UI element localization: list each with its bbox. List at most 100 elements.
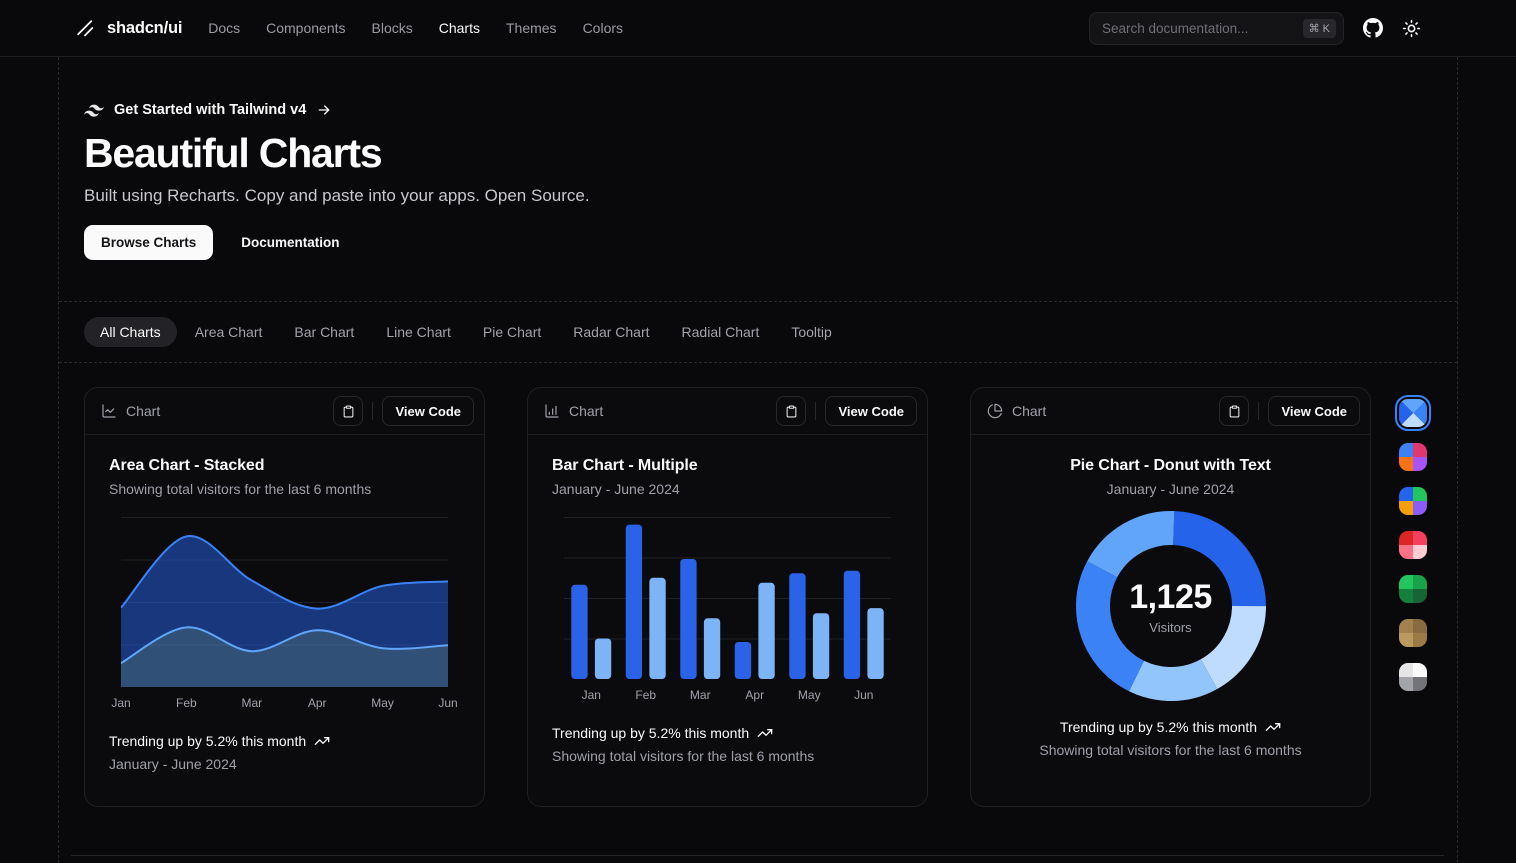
chart-card-subtitle: January - June 2024 — [552, 481, 903, 497]
tab-all-charts[interactable]: All Charts — [84, 317, 177, 347]
top-navbar: shadcn/ui Docs Components Blocks Charts Them… — [0, 0, 1516, 57]
nav-link-blocks[interactable]: Blocks — [372, 20, 413, 36]
search-kbd-shortcut: ⌘ K — [1303, 19, 1336, 38]
trending-up-icon — [1265, 719, 1281, 735]
x-tick-label: Jan — [582, 688, 601, 702]
nav-link-docs[interactable]: Docs — [208, 20, 240, 36]
card-toolbar: Chart View Code — [528, 388, 927, 435]
pie-chart-icon — [987, 403, 1003, 419]
tailwind-announcement-link[interactable]: Get Started with Tailwind v4 — [84, 102, 1432, 118]
search-placeholder: Search documentation... — [1102, 21, 1248, 36]
next-section-divider — [71, 855, 1444, 856]
hero-actions: Browse Charts Documentation — [84, 225, 1432, 260]
toolbar-divider — [372, 402, 373, 420]
card-area-chart-stacked: Chart View Code Area Chart - Stacked Sho… — [84, 387, 485, 807]
tab-pie-chart[interactable]: Pie Chart — [469, 317, 555, 347]
card-pie-chart-donut: Chart View Code Pie Chart - Donut with T… — [970, 387, 1371, 807]
x-tick-label: Mar — [690, 688, 711, 702]
tailwind-icon — [84, 104, 104, 117]
trend-text: Trending up by 5.2% this month — [109, 733, 306, 749]
view-code-button[interactable]: View Code — [1268, 396, 1360, 426]
page-container: Get Started with Tailwind v4 Beautiful C… — [58, 57, 1458, 863]
tab-area-chart[interactable]: Area Chart — [181, 317, 277, 347]
theme-swatch-gray[interactable] — [1399, 663, 1427, 691]
nav-link-components[interactable]: Components — [266, 20, 345, 36]
clipboard-icon — [1228, 405, 1241, 418]
brand-home-link[interactable]: shadcn/ui — [75, 18, 182, 39]
toolbar-controls: View Code — [1219, 396, 1360, 426]
charts-section: Chart View Code Area Chart - Stacked Sho… — [59, 363, 1457, 863]
x-tick-label: May — [371, 696, 394, 710]
card-footer: Trending up by 5.2% this month Showing t… — [552, 725, 903, 764]
theme-toggle-button[interactable] — [1402, 19, 1421, 38]
hero-section: Get Started with Tailwind v4 Beautiful C… — [59, 57, 1457, 302]
documentation-button[interactable]: Documentation — [227, 225, 353, 260]
x-tick-label: May — [798, 688, 821, 702]
x-tick-label: Jan — [111, 696, 130, 710]
chart-card-title: Pie Chart - Donut with Text — [995, 457, 1346, 475]
search-input[interactable]: Search documentation... ⌘ K — [1089, 12, 1344, 45]
x-tick-label: Mar — [241, 696, 262, 710]
theme-swatch-red[interactable] — [1399, 531, 1427, 559]
view-code-button[interactable]: View Code — [382, 396, 474, 426]
card-body: Pie Chart - Donut with Text January - Ju… — [971, 435, 1370, 806]
nav-link-charts[interactable]: Charts — [439, 20, 480, 36]
github-link[interactable] — [1363, 18, 1383, 38]
trending-up-icon — [314, 733, 330, 749]
arrow-right-icon — [316, 102, 332, 118]
trend-text: Trending up by 5.2% this month — [552, 725, 749, 741]
page-title: Beautiful Charts — [84, 130, 1432, 177]
toolbar-chart-label: Chart — [569, 403, 603, 419]
bar-chart-x-axis: JanFebMarAprMayJun — [564, 688, 891, 703]
donut-chart-plot: 1,125 Visitors — [1075, 510, 1267, 702]
brand-name: shadcn/ui — [107, 19, 182, 38]
copy-code-button[interactable] — [1219, 396, 1249, 426]
copy-code-button[interactable] — [776, 396, 806, 426]
tab-tooltip[interactable]: Tooltip — [777, 317, 845, 347]
chart-card-subtitle: January - June 2024 — [995, 481, 1346, 497]
theme-swatch-blue-green-amber-violet[interactable] — [1399, 487, 1427, 515]
card-body: Bar Chart - Multiple January - June 2024… — [528, 435, 927, 806]
donut-chart-svg — [1075, 510, 1267, 702]
sun-icon — [1402, 19, 1421, 38]
trending-up-icon — [757, 725, 773, 741]
theme-picker-rail — [1399, 387, 1427, 691]
toolbar-chart-label: Chart — [126, 403, 160, 419]
toolbar-divider — [815, 402, 816, 420]
theme-swatch-green[interactable] — [1399, 575, 1427, 603]
bar-chart-plot: JanFebMarAprMayJun — [564, 517, 891, 703]
theme-swatch-amber[interactable] — [1399, 619, 1427, 647]
area-chart-x-axis: JanFebMarAprMayJun — [121, 696, 448, 711]
toolbar-controls: View Code — [333, 396, 474, 426]
tab-line-chart[interactable]: Line Chart — [372, 317, 465, 347]
footer-secondary-text: Showing total visitors for the last 6 mo… — [995, 742, 1346, 758]
tab-radar-chart[interactable]: Radar Chart — [559, 317, 663, 347]
chart-card-title: Bar Chart - Multiple — [552, 457, 903, 475]
nav-link-themes[interactable]: Themes — [506, 20, 557, 36]
clipboard-icon — [342, 405, 355, 418]
page-subtitle: Built using Recharts. Copy and paste int… — [84, 186, 1432, 206]
toolbar-divider — [1258, 402, 1259, 420]
theme-swatch-blue-rose-orange-violet[interactable] — [1399, 443, 1427, 471]
tab-radial-chart[interactable]: Radial Chart — [668, 317, 774, 347]
toolbar-controls: View Code — [776, 396, 917, 426]
chart-card-title: Area Chart - Stacked — [109, 457, 460, 475]
tab-bar-chart[interactable]: Bar Chart — [280, 317, 368, 347]
bar-chart-icon — [544, 403, 560, 419]
copy-code-button[interactable] — [333, 396, 363, 426]
clipboard-icon — [785, 405, 798, 418]
area-chart-icon — [101, 403, 117, 419]
card-footer: Trending up by 5.2% this month Showing t… — [995, 719, 1346, 758]
nav-links: Docs Components Blocks Charts Themes Colors — [208, 20, 623, 36]
x-tick-label: Jun — [854, 688, 873, 702]
chart-filter-tabs: All ChartsArea ChartBar ChartLine ChartP… — [59, 302, 1457, 363]
theme-swatch-blue[interactable] — [1399, 399, 1427, 427]
footer-secondary-text: Showing total visitors for the last 6 mo… — [552, 748, 903, 764]
view-code-button[interactable]: View Code — [825, 396, 917, 426]
trend-text: Trending up by 5.2% this month — [1060, 719, 1257, 735]
browse-charts-button[interactable]: Browse Charts — [84, 225, 213, 260]
github-icon — [1363, 18, 1383, 38]
nav-link-colors[interactable]: Colors — [583, 20, 623, 36]
x-tick-label: Apr — [308, 696, 327, 710]
x-tick-label: Jun — [438, 696, 457, 710]
